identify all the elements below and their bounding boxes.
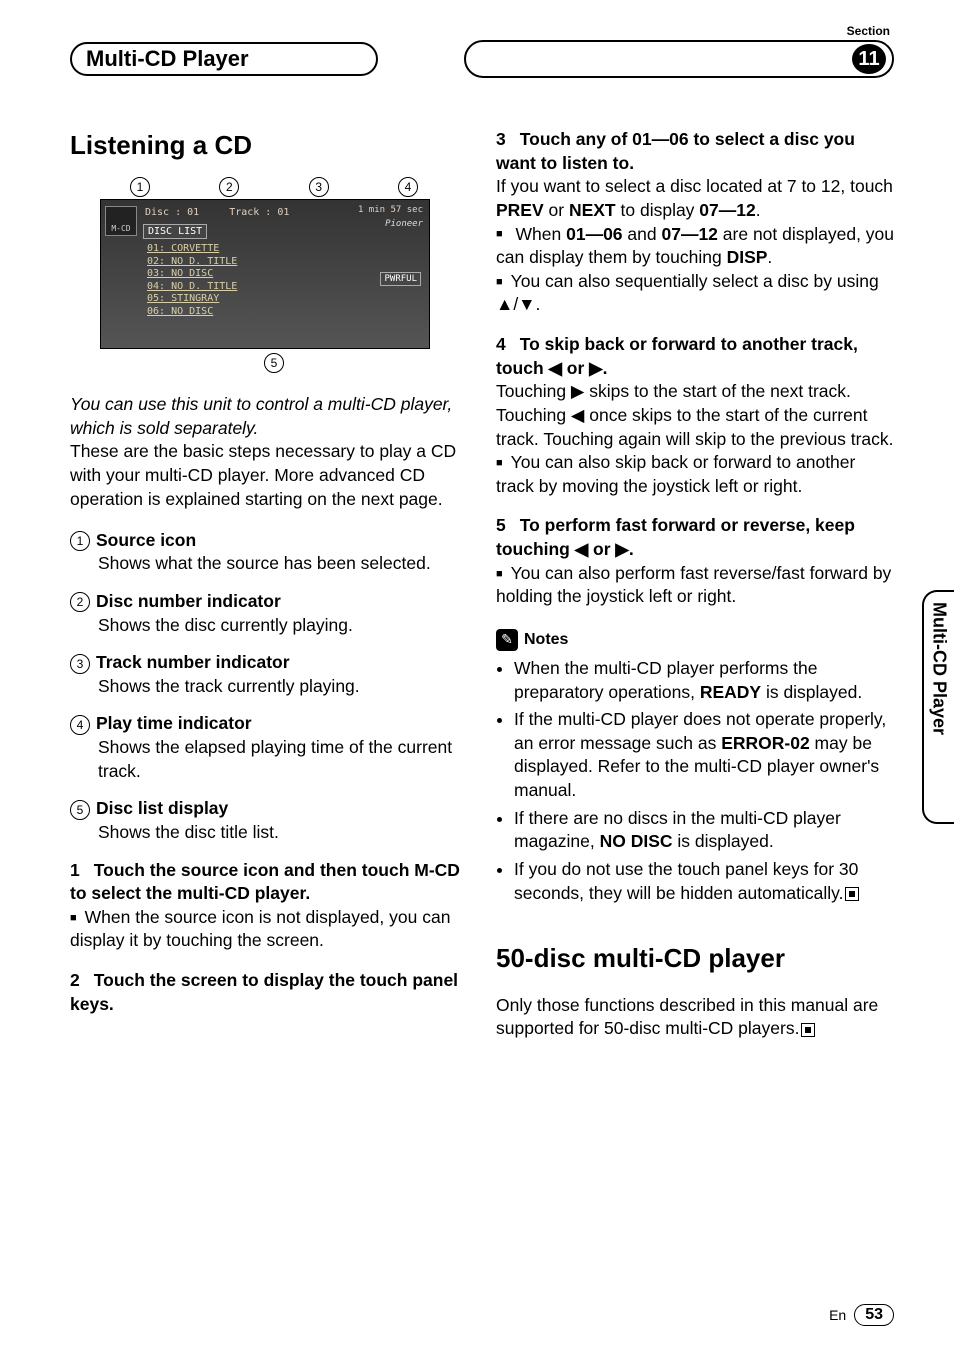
- step-5: 5To perform fast forward or reverse, kee…: [496, 514, 894, 609]
- callout-1: 1: [130, 177, 150, 197]
- source-icon: M-CD: [105, 206, 137, 236]
- header-title: Multi-CD Player: [70, 42, 378, 76]
- end-mark-icon: [801, 1023, 815, 1037]
- section-number: 11: [852, 44, 886, 74]
- side-tab: Multi-CD Player: [922, 590, 954, 824]
- step-4: 4To skip back or forward to another trac…: [496, 333, 894, 498]
- heading-50-disc: 50-disc multi-CD player: [496, 941, 894, 976]
- pwrful-button: PWRFUL: [380, 272, 421, 286]
- end-mark-icon: [845, 887, 859, 901]
- device-screen: M-CD Disc : 01 Track : 01 1 min 57 sec P…: [100, 199, 430, 349]
- section-indicator: Section 11: [464, 40, 894, 78]
- callout-4: 4: [398, 177, 418, 197]
- page-number: 53: [854, 1304, 894, 1326]
- callout-2: 2: [219, 177, 239, 197]
- play-time: 1 min 57 sec: [358, 204, 423, 216]
- brand-label: Pioneer: [385, 218, 423, 230]
- step-2: 2Touch the screen to display the touch p…: [70, 969, 468, 1016]
- callout-5: 5: [264, 353, 284, 373]
- page-footer: En 53: [829, 1304, 894, 1326]
- notes-list: When the multi-CD player performs the pr…: [496, 657, 894, 905]
- footer-lang: En: [829, 1307, 846, 1323]
- step-1: 1Touch the source icon and then touch M-…: [70, 859, 468, 954]
- step-3: 3Touch any of 01—06 to select a disc you…: [496, 128, 894, 317]
- body-50-disc: Only those functions described in this m…: [496, 994, 894, 1041]
- track-info: Track : 01: [229, 206, 289, 220]
- indicator-list: 1Source iconShows what the source has be…: [70, 529, 468, 845]
- disc-info: Disc : 01: [145, 206, 199, 220]
- notes-label: Notes: [524, 629, 568, 651]
- screen-figure: 1 2 3 4 M-CD Disc : 01 Track : 01 1 min …: [100, 177, 430, 373]
- intro-text: You can use this unit to control a multi…: [70, 393, 468, 511]
- disc-list-label: DISC LIST: [143, 224, 207, 240]
- page-heading: Listening a CD: [70, 128, 468, 163]
- notes-icon: ✎: [496, 629, 518, 651]
- callout-3: 3: [309, 177, 329, 197]
